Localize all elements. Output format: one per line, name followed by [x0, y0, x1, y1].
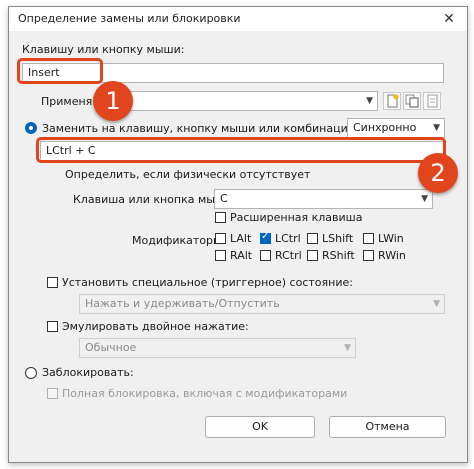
chevron-down-icon: ▼	[433, 123, 440, 133]
document-icon	[427, 94, 438, 108]
annotation-badge: 1	[93, 81, 133, 121]
highlight-box	[36, 137, 446, 163]
modifier-lshift-checkbox[interactable]	[307, 233, 318, 244]
extended-key-checkbox[interactable]	[215, 212, 226, 223]
chevron-down-icon: ▼	[344, 343, 351, 353]
double-press-select-value: Обычное	[85, 341, 137, 354]
double-press-checkbox[interactable]	[47, 321, 58, 332]
full-block-label: Полная блокировка, включая с модификатор…	[62, 387, 348, 400]
apply-select[interactable]: ▼	[105, 91, 378, 111]
ok-button[interactable]: OK	[205, 416, 315, 438]
trigger-select[interactable]: Нажать и удерживать/Отпустить ▼	[79, 294, 445, 314]
modifier-lwin-label: LWin	[378, 232, 404, 245]
modifier-rctrl-label: RCtrl	[275, 249, 302, 262]
double-press-label: Эмулировать двойное нажатие:	[62, 320, 249, 333]
modifier-ralt-checkbox[interactable]	[215, 250, 226, 261]
paste-button[interactable]	[423, 92, 441, 110]
modifier-lctrl-checkbox[interactable]	[260, 231, 271, 244]
mode-select[interactable]: Синхронно ▼	[347, 118, 445, 138]
modifier-lalt-label: LAlt	[230, 232, 252, 245]
replace-radio[interactable]	[25, 122, 37, 134]
new-doc-button[interactable]	[383, 92, 401, 110]
full-block-checkbox[interactable]	[47, 388, 58, 399]
modifier-rwin-label: RWin	[378, 249, 406, 262]
apply-label: Применя	[41, 95, 93, 108]
double-press-select[interactable]: Обычное ▼	[79, 338, 356, 358]
cancel-button[interactable]: Отмена	[329, 416, 446, 438]
key-mouse-label: Клавиша или кнопка мыши	[73, 193, 233, 206]
trigger-label: Установить специальное (триггерное) сост…	[62, 276, 353, 289]
modifier-lctrl-label: LCtrl	[275, 232, 301, 245]
modifier-lalt-checkbox[interactable]	[215, 233, 226, 244]
modifier-rshift-label: RShift	[322, 249, 355, 262]
modifier-lshift-label: LShift	[322, 232, 354, 245]
trigger-checkbox[interactable]	[47, 277, 58, 288]
close-icon[interactable]: ✕	[439, 9, 459, 29]
key-select-value: C	[220, 192, 228, 205]
define-label: Определить, если физически отсутствует	[65, 168, 311, 181]
new-document-icon	[387, 94, 399, 108]
chevron-down-icon: ▼	[421, 194, 428, 204]
block-radio-label: Заблокировать:	[42, 366, 134, 379]
replace-radio-label: Заменить на клавишу, кнопку мыши или ком…	[42, 122, 361, 135]
modifier-ralt-label: RAlt	[230, 249, 253, 262]
copy-button[interactable]	[403, 92, 421, 110]
dialog-title: Определение замены или блокировки	[18, 12, 241, 25]
copy-icon	[405, 94, 419, 108]
modifiers-label: Модификаторы	[132, 234, 222, 247]
block-radio[interactable]	[25, 367, 37, 379]
mode-select-value: Синхронно	[353, 121, 417, 134]
key-select[interactable]: C ▼	[214, 189, 433, 209]
modifier-rwin-checkbox[interactable]	[363, 250, 374, 261]
trigger-select-value: Нажать и удерживать/Отпустить	[85, 297, 280, 310]
extended-key-label: Расширенная клавиша	[230, 211, 363, 224]
modifier-rshift-checkbox[interactable]	[307, 250, 318, 261]
key-section-label: Клавишу или кнопку мыши:	[22, 43, 185, 56]
highlight-box	[17, 58, 103, 84]
annotation-badge: 2	[418, 153, 458, 193]
modifier-rctrl-checkbox[interactable]	[260, 250, 271, 261]
title-bar: Определение замены или блокировки ✕	[9, 7, 467, 31]
chevron-down-icon: ▼	[366, 96, 373, 106]
chevron-down-icon: ▼	[433, 299, 440, 309]
modifier-lwin-checkbox[interactable]	[363, 233, 374, 244]
